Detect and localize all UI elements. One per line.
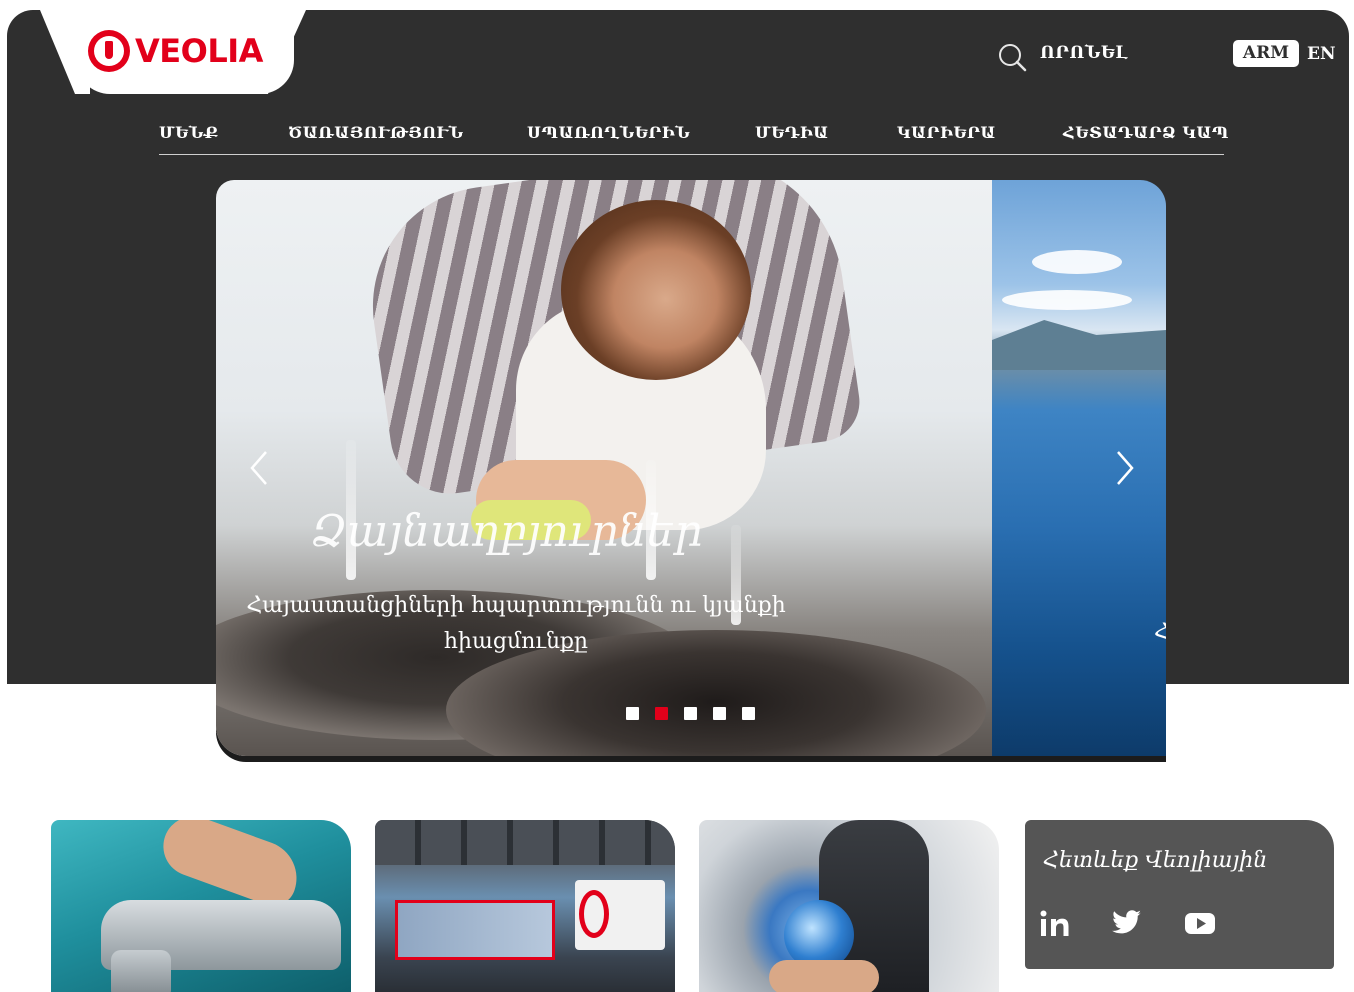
card-ceiling	[375, 820, 675, 865]
slider-dot-4[interactable]	[713, 707, 726, 720]
nav-item-contact[interactable]: ՀԵՏԱԴԱՐՁ ԿԱՊ	[1063, 123, 1229, 142]
slide-cloud	[1002, 290, 1132, 310]
card-screens	[395, 900, 555, 960]
slide-description: Հայաստանցիների հպարտությունն ու կյանքի հ…	[246, 593, 786, 654]
slider-next-arrow-icon[interactable]	[1110, 448, 1138, 488]
card-hand	[769, 960, 879, 992]
slide-cloud	[1032, 250, 1122, 274]
card-water-tap[interactable]	[51, 820, 351, 992]
nav-item-customers[interactable]: ՍՊԱՌՈՂՆԵՐԻՆ	[527, 123, 690, 142]
youtube-icon[interactable]	[1183, 908, 1217, 938]
veolia-logo-text[interactable]: VEOLIA	[135, 34, 263, 68]
nav-item-about[interactable]: ՄԵՆՔ	[159, 123, 219, 142]
card-tap-spout	[111, 950, 171, 992]
card-control-room[interactable]	[375, 820, 675, 992]
card-veolia-sign-mark	[579, 890, 609, 938]
language-en-button[interactable]: EN	[1307, 44, 1336, 64]
card-tap-hand	[154, 820, 308, 913]
card-globe-business[interactable]	[699, 820, 999, 992]
slide-title: Ձայնաղբյուրներ	[311, 506, 703, 557]
slider-dot-3[interactable]	[684, 707, 697, 720]
next-slide-caption: Հ	[1154, 620, 1166, 645]
search-icon[interactable]	[997, 42, 1027, 72]
follow-us-title: Հետևեք Վեոլիային	[1043, 848, 1268, 873]
slide-hill	[992, 320, 1166, 370]
nav-item-career[interactable]: ԿԱՐԻԵՐԱ	[897, 123, 996, 142]
follow-us-box: Հետևեք Վեոլիային	[1025, 820, 1334, 969]
slider-dot-5[interactable]	[742, 707, 755, 720]
language-arm-button[interactable]: ARM	[1233, 40, 1299, 67]
twitter-icon[interactable]	[1111, 908, 1143, 938]
main-nav: ՄԵՆՔ ԾԱՌԱՅՈՒԹՅՈՒՆ ՍՊԱՌՈՂՆԵՐԻՆ ՄԵԴԻԱ ԿԱՐԻ…	[159, 123, 1228, 155]
slide-image-fountain: Ձայնաղբյուրներ Հայաստանցիների հպարտությո…	[216, 180, 992, 756]
search-link[interactable]: ՈՐՈՆԵԼ	[1040, 43, 1128, 63]
nav-item-services[interactable]: ԾԱՌԱՅՈՒԹՅՈՒՆ	[288, 123, 464, 142]
slider-dot-2[interactable]	[655, 707, 668, 720]
slider-prev-arrow-icon[interactable]	[246, 448, 274, 488]
hero-slider[interactable]: Ձայնաղբյուրներ Հայաստանցիների հպարտությո…	[216, 180, 1166, 756]
linkedin-icon[interactable]	[1039, 908, 1073, 938]
slide-figure-child-head	[561, 200, 751, 380]
nav-item-media[interactable]: ՄԵԴԻԱ	[755, 123, 829, 142]
veolia-logo-icon[interactable]	[88, 30, 130, 72]
page: VEOLIA ՈՐՈՆԵԼ ARM EN ՄԵՆՔ ԾԱՌԱՅՈՒԹՅՈՒՆ Ս…	[0, 0, 1354, 992]
slider-dot-1[interactable]	[626, 707, 639, 720]
slide-image-lake	[992, 180, 1166, 756]
